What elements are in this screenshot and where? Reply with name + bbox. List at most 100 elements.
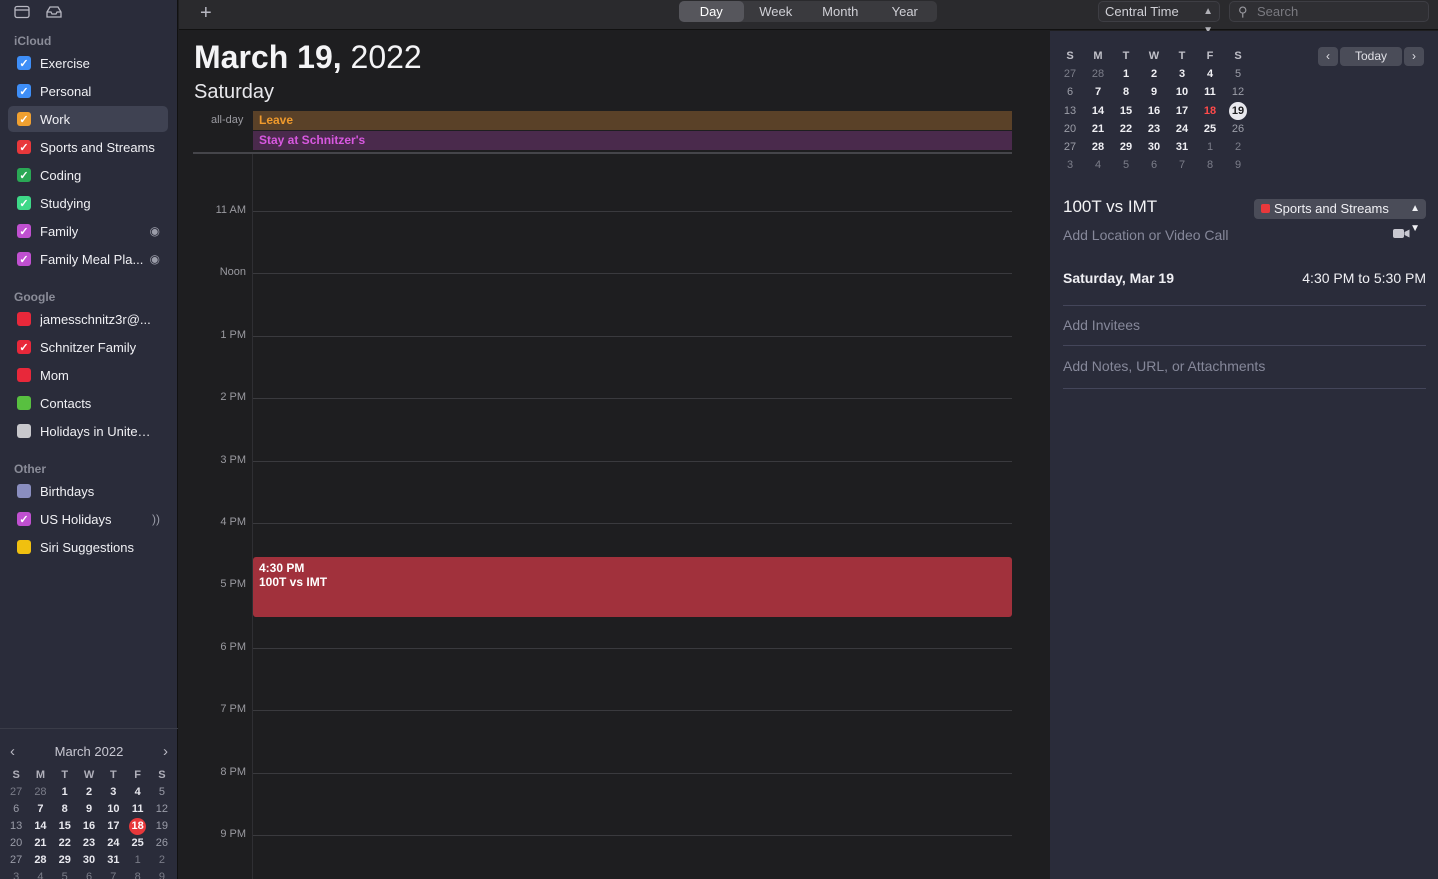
mini-calendar-day[interactable]: 28 bbox=[28, 852, 52, 869]
calendar-checkbox[interactable] bbox=[17, 396, 31, 410]
calendar-checkbox[interactable] bbox=[17, 540, 31, 554]
inspector-calendar-day[interactable]: 23 bbox=[1140, 120, 1168, 138]
mini-calendar-day[interactable]: 3 bbox=[101, 784, 125, 801]
mini-calendar-day[interactable]: 8 bbox=[53, 801, 77, 818]
today-button[interactable]: Today bbox=[1340, 47, 1402, 66]
calendar-checkbox[interactable] bbox=[17, 368, 31, 382]
search-input[interactable]: ⚲ Search bbox=[1229, 1, 1429, 22]
sidebar-calendar-item[interactable]: ✓ Studying bbox=[8, 190, 168, 216]
location-field[interactable]: Add Location or Video Call bbox=[1063, 227, 1229, 243]
calendar-checkbox[interactable]: ✓ bbox=[17, 168, 31, 182]
inspector-calendar-day[interactable]: 29 bbox=[1112, 138, 1140, 156]
mini-calendar-day[interactable]: 2 bbox=[77, 784, 101, 801]
inspector-calendar-day[interactable]: 13 bbox=[1056, 102, 1084, 120]
prev-day-button[interactable]: ‹ bbox=[1318, 47, 1338, 66]
mini-calendar-day[interactable]: 4 bbox=[125, 784, 149, 801]
notes-field[interactable]: Add Notes, URL, or Attachments bbox=[1063, 358, 1265, 374]
event-time-range[interactable]: 4:30 PM to 5:30 PM bbox=[1302, 270, 1426, 286]
mini-calendar-day[interactable]: 14 bbox=[28, 818, 52, 835]
mini-calendar-day[interactable]: 11 bbox=[125, 801, 149, 818]
allday-event[interactable]: Leave bbox=[253, 111, 1012, 130]
mini-calendar-day[interactable]: 8 bbox=[125, 869, 149, 879]
mini-calendar-day[interactable]: 17 bbox=[101, 818, 125, 835]
mini-calendar-day[interactable]: 4 bbox=[28, 869, 52, 879]
inspector-calendar-day[interactable]: 4 bbox=[1196, 65, 1224, 83]
inspector-calendar-day[interactable]: 28 bbox=[1084, 138, 1112, 156]
tab-month[interactable]: Month bbox=[808, 1, 873, 22]
calendar-select[interactable]: Sports and Streams ▲ ▼ bbox=[1254, 199, 1426, 234]
inspector-calendar-day[interactable]: 15 bbox=[1112, 102, 1140, 120]
mini-calendar-day[interactable]: 7 bbox=[28, 801, 52, 818]
sidebar-calendar-item[interactable]: ✓ Sports and Streams bbox=[8, 134, 168, 160]
sidebar-calendar-item[interactable]: ✓ Coding bbox=[8, 162, 168, 188]
add-event-button[interactable]: + bbox=[200, 2, 212, 25]
mini-calendar-day[interactable]: 5 bbox=[150, 784, 174, 801]
sidebar-calendar-item[interactable]: ✓ Schnitzer Family bbox=[8, 334, 168, 360]
mini-calendar-day[interactable]: 6 bbox=[4, 801, 28, 818]
mini-calendar-day[interactable]: 2 bbox=[150, 852, 174, 869]
calendar-checkbox[interactable] bbox=[17, 312, 31, 326]
event-block[interactable]: 4:30 PM 100T vs IMT bbox=[253, 557, 1012, 617]
mini-calendar-day[interactable]: 20 bbox=[4, 835, 28, 852]
inspector-calendar-day[interactable]: 16 bbox=[1140, 102, 1168, 120]
calendar-checkbox[interactable]: ✓ bbox=[17, 224, 31, 238]
inspector-calendar-day[interactable]: 6 bbox=[1056, 83, 1084, 101]
mini-calendar-day[interactable]: 12 bbox=[150, 801, 174, 818]
tab-week[interactable]: Week bbox=[744, 1, 809, 22]
inspector-calendar-day[interactable]: 3 bbox=[1168, 65, 1196, 83]
mini-calendar-day[interactable]: 3 bbox=[4, 869, 28, 879]
sidebar-calendar-item[interactable]: Holidays in United... bbox=[8, 418, 168, 444]
inspector-calendar-day[interactable]: 20 bbox=[1056, 120, 1084, 138]
inspector-calendar-day[interactable]: 7 bbox=[1168, 156, 1196, 174]
sidebar-calendar-item[interactable]: jamesschnitz3r@... bbox=[8, 306, 168, 332]
mini-calendar-day[interactable]: 10 bbox=[101, 801, 125, 818]
timezone-select[interactable]: Central Time ▲▼ bbox=[1098, 1, 1220, 36]
mini-calendar-day[interactable]: 1 bbox=[53, 784, 77, 801]
mini-calendar-day[interactable]: 30 bbox=[77, 852, 101, 869]
mini-calendar-day[interactable]: 27 bbox=[4, 852, 28, 869]
inspector-calendar-day[interactable]: 6 bbox=[1140, 156, 1168, 174]
mini-calendar-day[interactable]: 29 bbox=[53, 852, 77, 869]
mini-calendar-day[interactable]: 9 bbox=[150, 869, 174, 879]
mini-calendar-day[interactable]: 1 bbox=[125, 852, 149, 869]
inspector-calendar-day[interactable]: 26 bbox=[1224, 120, 1252, 138]
sidebar-calendar-item[interactable]: ✓ Family ◉ bbox=[8, 218, 168, 244]
calendar-checkbox[interactable]: ✓ bbox=[17, 56, 31, 70]
inspector-calendar-day[interactable]: 22 bbox=[1112, 120, 1140, 138]
invitees-field[interactable]: Add Invitees bbox=[1063, 317, 1140, 333]
inspector-calendar-day[interactable]: 4 bbox=[1084, 156, 1112, 174]
inspector-calendar-day[interactable]: 8 bbox=[1196, 156, 1224, 174]
inspector-calendar-day[interactable]: 5 bbox=[1112, 156, 1140, 174]
mini-calendar-day[interactable]: 31 bbox=[101, 852, 125, 869]
calendar-icon[interactable] bbox=[14, 5, 30, 19]
mini-calendar-day[interactable]: 28 bbox=[28, 784, 52, 801]
inspector-calendar-day[interactable]: 3 bbox=[1056, 156, 1084, 174]
inspector-calendar-day[interactable]: 21 bbox=[1084, 120, 1112, 138]
inspector-calendar-day[interactable]: 1 bbox=[1196, 138, 1224, 156]
mini-calendar-day[interactable]: 24 bbox=[101, 835, 125, 852]
inspector-calendar-day[interactable]: 2 bbox=[1224, 138, 1252, 156]
event-title[interactable]: 100T vs IMT bbox=[1063, 197, 1157, 217]
sidebar-calendar-item[interactable]: Birthdays bbox=[8, 478, 168, 504]
calendar-checkbox[interactable]: ✓ bbox=[17, 512, 31, 526]
inspector-calendar-day[interactable]: 8 bbox=[1112, 83, 1140, 101]
mini-calendar-day[interactable]: 21 bbox=[28, 835, 52, 852]
inspector-calendar-day[interactable]: 1 bbox=[1112, 65, 1140, 83]
mini-calendar-day[interactable]: 27 bbox=[4, 784, 28, 801]
sidebar-calendar-item[interactable]: Contacts bbox=[8, 390, 168, 416]
inspector-calendar-day[interactable]: 25 bbox=[1196, 120, 1224, 138]
tab-year[interactable]: Year bbox=[873, 1, 938, 22]
chevron-right-icon[interactable]: › bbox=[163, 743, 168, 760]
sidebar-calendar-item[interactable]: ✓ Work bbox=[8, 106, 168, 132]
mini-calendar-day[interactable]: 16 bbox=[77, 818, 101, 835]
inspector-calendar-day[interactable]: 10 bbox=[1168, 83, 1196, 101]
tab-day[interactable]: Day bbox=[679, 1, 744, 22]
inbox-icon[interactable] bbox=[46, 5, 62, 19]
calendar-checkbox[interactable]: ✓ bbox=[17, 112, 31, 126]
inspector-calendar-day[interactable]: 31 bbox=[1168, 138, 1196, 156]
calendar-checkbox[interactable] bbox=[17, 424, 31, 438]
inspector-calendar-day[interactable]: 14 bbox=[1084, 102, 1112, 120]
mini-calendar-day[interactable]: 9 bbox=[77, 801, 101, 818]
sidebar-calendar-item[interactable]: ✓ Family Meal Pla... ◉ bbox=[8, 246, 168, 272]
calendar-checkbox[interactable] bbox=[17, 484, 31, 498]
